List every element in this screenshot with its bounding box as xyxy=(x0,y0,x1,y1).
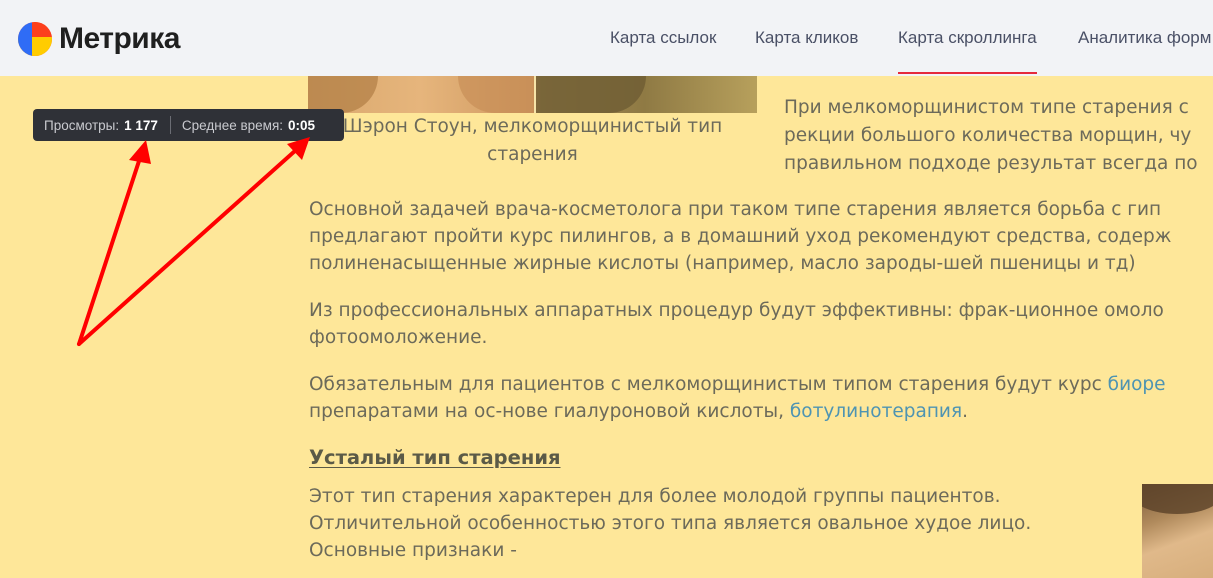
scroll-map-page: Шэрон Стоун, мелкоморщинистый тип старен… xyxy=(0,0,1213,578)
tab-link-map[interactable]: Карта ссылок xyxy=(610,0,716,76)
views-label: Просмотры: xyxy=(44,117,120,133)
paragraph-tired-type: Этот тип старения характерен для более м… xyxy=(309,486,1032,561)
tooltip-separator xyxy=(169,116,171,134)
avg-time-label: Среднее время: xyxy=(181,117,284,133)
link-biorevitalization[interactable]: биоре xyxy=(1108,374,1166,395)
side-paragraph: При мелкоморщинистом типе старения с рек… xyxy=(784,97,1198,174)
section-heading: Усталый тип старения xyxy=(309,446,561,469)
photo-detail xyxy=(458,76,534,113)
paragraph-text: . xyxy=(962,401,968,422)
face-photo xyxy=(1142,484,1213,578)
metrika-logo-icon xyxy=(18,22,52,56)
paragraph-procedures: Из профессиональных аппаратных процедур … xyxy=(309,300,1164,348)
paragraph-mandatory: Обязательным для пациентов с мелкоморщин… xyxy=(309,371,1213,425)
photo-detail xyxy=(1142,484,1213,514)
photo-detail xyxy=(308,76,378,113)
tab-form-analytics[interactable]: Аналитика форм xyxy=(1078,0,1211,76)
photo-caption: Шэрон Стоун, мелкоморщинистый тип старен… xyxy=(342,116,723,165)
photo-detail xyxy=(536,76,646,113)
tab-click-map[interactable]: Карта кликов xyxy=(755,0,858,76)
logo-text: Метрика xyxy=(59,22,180,55)
metrika-logo[interactable]: Метрика xyxy=(18,19,180,59)
avg-time-value: 0:05 xyxy=(288,117,316,133)
views-value: 1 177 xyxy=(124,117,158,133)
paragraph-main-task: Основной задачей врача-косметолога при т… xyxy=(309,199,1172,274)
article-photo xyxy=(308,76,757,113)
link-botulinum-therapy[interactable]: ботулинотерапия xyxy=(790,401,962,422)
scroll-stats-tooltip: Просмотры: 1 177 Среднее время: 0:05 xyxy=(33,109,344,141)
tab-scroll-map[interactable]: Карта скроллинга xyxy=(898,0,1037,76)
paragraph-text: препаратами на ос-нове гиалуроновой кисл… xyxy=(309,401,790,422)
metrika-header: Метрика Карта ссылок Карта кликов Карта … xyxy=(0,0,1213,76)
paragraph-text: Обязательным для пациентов с мелкоморщин… xyxy=(309,374,1108,395)
